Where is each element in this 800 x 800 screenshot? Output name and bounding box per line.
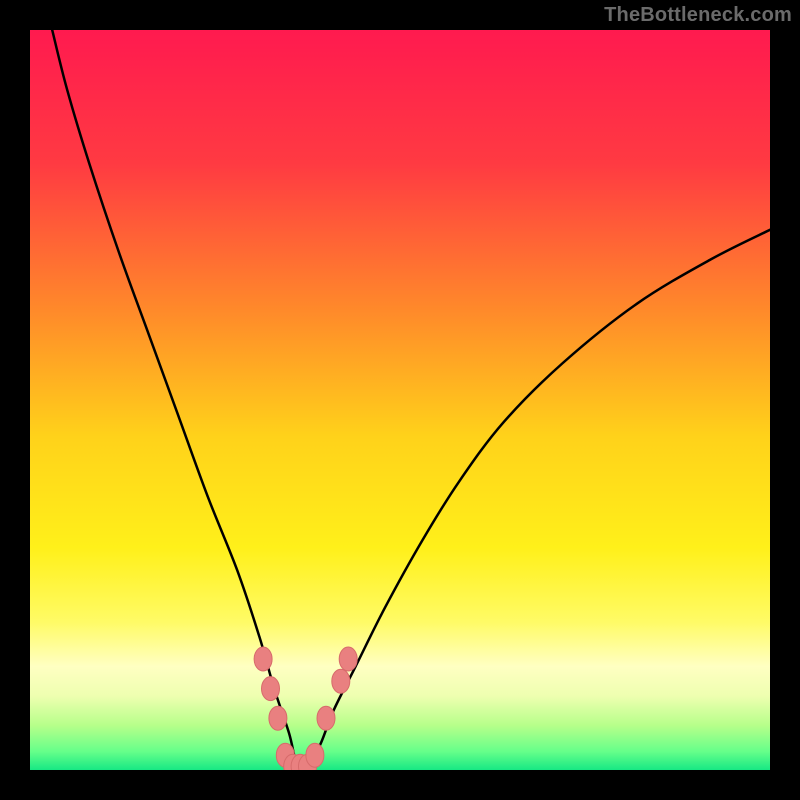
plot-area <box>30 30 770 770</box>
marker-dot <box>254 647 272 671</box>
marker-dot <box>269 706 287 730</box>
watermark-text: TheBottleneck.com <box>604 4 792 27</box>
marker-dot <box>332 669 350 693</box>
curve-markers <box>254 647 357 770</box>
marker-dot <box>262 677 280 701</box>
outer-frame: TheBottleneck.com <box>0 0 800 800</box>
marker-dot <box>339 647 357 671</box>
curve-layer <box>30 30 770 770</box>
marker-dot <box>317 706 335 730</box>
bottleneck-curve <box>52 30 770 765</box>
marker-dot <box>306 743 324 767</box>
